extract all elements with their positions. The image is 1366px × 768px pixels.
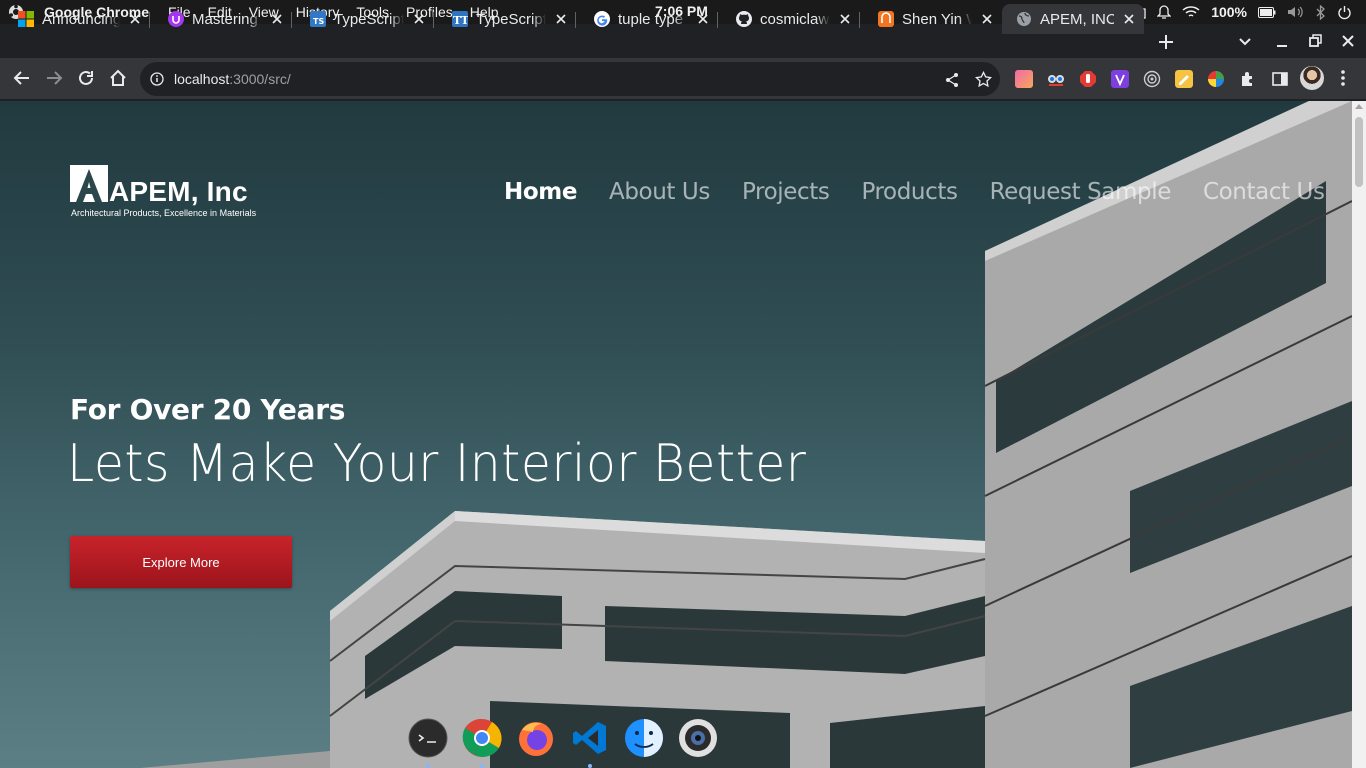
scrollbar-thumb[interactable] [1355, 117, 1363, 187]
finder-icon[interactable] [624, 718, 664, 758]
microsoft-icon [18, 11, 34, 27]
extension-gradient-icon[interactable] [1015, 70, 1033, 88]
extension-stop-hand-icon[interactable] [1079, 70, 1097, 88]
bookmark-star-icon[interactable] [975, 71, 992, 88]
tab-title: TypeScript: Handbook [334, 10, 404, 28]
nav-about-us[interactable]: About Us [609, 179, 710, 205]
reload-icon[interactable] [76, 68, 96, 88]
nav-projects[interactable]: Projects [742, 179, 830, 205]
site-nav: Home About Us Projects Products Request … [504, 179, 1325, 205]
chevron-down-icon[interactable] [1237, 33, 1253, 49]
extension-target-icon[interactable] [1143, 70, 1161, 88]
tab-close-icon[interactable] [836, 10, 854, 28]
tab-close-icon[interactable] [126, 10, 144, 28]
wifi-icon[interactable] [1182, 5, 1200, 19]
extension-eyes-icon[interactable] [1047, 70, 1065, 88]
bluetooth-icon[interactable] [1316, 4, 1326, 20]
tt-icon: TT [452, 11, 468, 27]
hero-section: APEM, Inc Architectural Products, Excell… [0, 101, 1352, 768]
tab-close-icon[interactable] [978, 10, 996, 28]
explore-more-button[interactable]: Explore More [70, 536, 292, 588]
svg-text:TT: TT [453, 14, 468, 27]
tab-close-icon[interactable] [410, 10, 428, 28]
chrome-icon[interactable] [462, 718, 502, 768]
side-panel-icon[interactable] [1271, 70, 1289, 88]
tab-title: APEM, INC [1040, 10, 1114, 28]
tab-title: Mastering TypeScript [192, 10, 262, 28]
firefox-icon[interactable] [516, 718, 556, 758]
power-icon[interactable] [1337, 5, 1352, 20]
browser-toolbar: localhost:3000/src/ [0, 58, 1366, 100]
nav-request-sample[interactable]: Request Sample [990, 179, 1172, 205]
tab-title: cosmiclaw/ts [760, 10, 830, 28]
typescript-icon: TS [310, 11, 326, 27]
tab[interactable]: TS TypeScript: Handbook [292, 4, 434, 34]
minimize-icon[interactable] [1274, 33, 1290, 49]
home-icon[interactable] [108, 68, 128, 88]
site-tagline: Architectural Products, Excellence in Ma… [71, 208, 257, 218]
running-indicator [588, 764, 592, 768]
tab-close-icon[interactable] [694, 10, 712, 28]
tab-close-icon[interactable] [268, 10, 286, 28]
page-viewport: APEM, Inc Architectural Products, Excell… [0, 101, 1366, 768]
site-info-icon[interactable] [150, 72, 164, 86]
bell-icon[interactable] [1157, 4, 1172, 20]
google-icon [594, 11, 610, 27]
share-icon[interactable] [944, 72, 960, 88]
globe-icon [1016, 11, 1032, 27]
site-brand-name: APEM, Inc [109, 176, 248, 207]
hero-eyebrow: For Over 20 Years [70, 393, 346, 426]
tab[interactable]: Mastering TypeScript [150, 4, 292, 34]
site-logo[interactable]: APEM, Inc Architectural Products, Excell… [70, 165, 270, 219]
new-tab-plus-icon[interactable] [1157, 33, 1175, 51]
battery-icon[interactable] [1258, 6, 1276, 18]
nav-contact-us[interactable]: Contact Us [1203, 179, 1325, 205]
address-bar[interactable]: localhost:3000/src/ [140, 62, 1000, 96]
github-icon [736, 11, 752, 27]
terminal-icon[interactable] [408, 718, 448, 768]
hero-headline: Lets Make Your Interior Better [67, 434, 807, 494]
scroll-up-arrow-icon[interactable] [1355, 104, 1363, 109]
url-path: :3000/src/ [229, 71, 291, 87]
tab-close-icon[interactable] [552, 10, 570, 28]
forward-arrow-icon[interactable] [44, 68, 64, 88]
tab[interactable]: Announcing TypeScript [0, 4, 150, 34]
extension-color-wheel-icon[interactable] [1207, 70, 1225, 88]
nav-home[interactable]: Home [504, 179, 577, 205]
nav-products[interactable]: Products [861, 179, 958, 205]
crunchyroll-icon [878, 11, 894, 27]
profile-avatar[interactable] [1300, 66, 1324, 90]
tab[interactable]: cosmiclaw/ts [718, 4, 860, 34]
volume-icon[interactable] [1287, 5, 1305, 19]
vscode-icon[interactable] [570, 718, 610, 768]
tab[interactable]: TT TypeScript / Tuple [434, 4, 576, 34]
close-window-icon[interactable] [1340, 33, 1356, 49]
extensions-puzzle-icon[interactable] [1239, 70, 1257, 88]
udemy-icon [168, 11, 184, 27]
back-arrow-icon[interactable] [12, 68, 32, 88]
battery-percent[interactable]: 100% [1211, 4, 1247, 20]
running-indicator [426, 764, 430, 768]
svg-text:TS: TS [313, 17, 324, 26]
tab-title: Shen Yin Wang [902, 10, 972, 28]
url-host: localhost [174, 71, 230, 87]
tab[interactable]: tuple type - Google [576, 4, 718, 34]
url-text[interactable]: localhost:3000/src/ [174, 71, 291, 87]
tab-title: TypeScript / Tuple [476, 10, 546, 28]
extension-v-icon[interactable] [1111, 70, 1129, 88]
apem-logo-mark-icon [70, 165, 108, 202]
tab-title: Announcing TypeScript [42, 10, 120, 28]
tab[interactable]: Shen Yin Wang [860, 4, 1002, 34]
more-menu-icon[interactable] [1335, 68, 1351, 88]
tab-close-icon[interactable] [1120, 10, 1138, 28]
camera-icon[interactable] [678, 718, 718, 758]
dock [404, 718, 717, 768]
tab-active[interactable]: APEM, INC [1002, 4, 1144, 34]
restore-icon[interactable] [1307, 33, 1323, 49]
tab-title: tuple type - Google [618, 10, 688, 28]
running-indicator [480, 764, 484, 768]
extension-notes-icon[interactable] [1175, 70, 1193, 88]
page-scrollbar[interactable] [1352, 101, 1366, 768]
